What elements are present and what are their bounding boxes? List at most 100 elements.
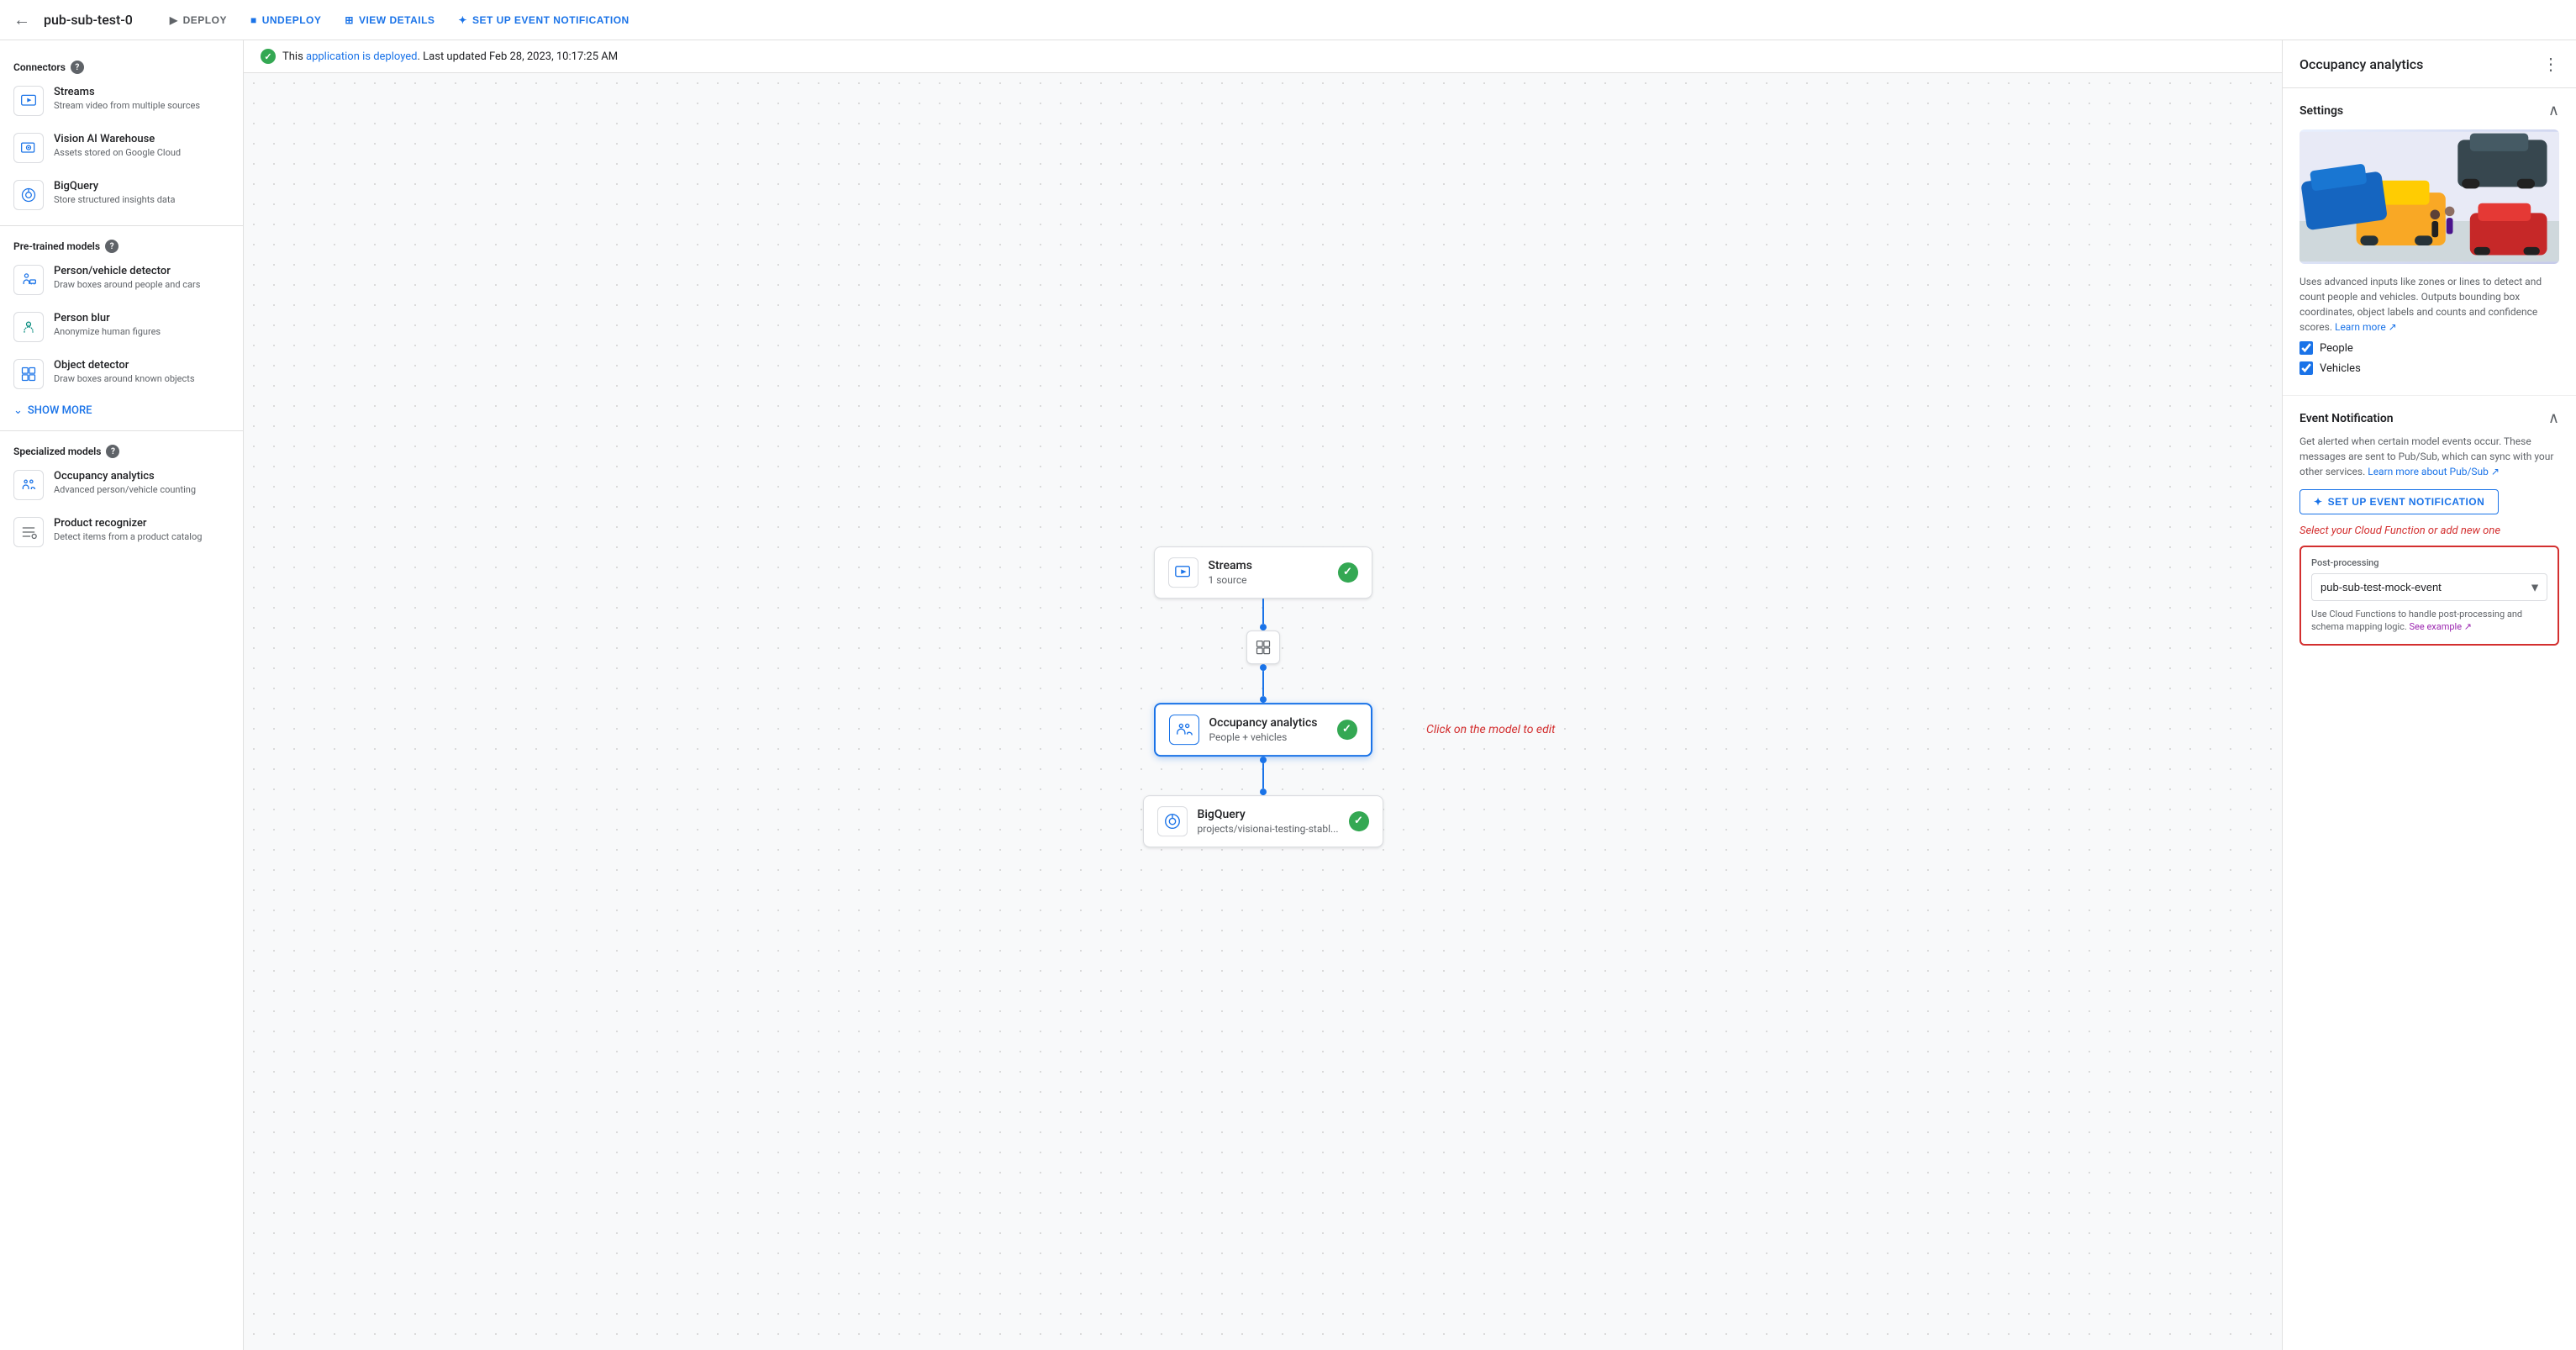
post-processing-label: Post-processing <box>2311 557 2547 568</box>
see-example-link[interactable]: See example ↗ <box>2410 621 2472 632</box>
connector-dot-3 <box>1260 696 1267 703</box>
setup-event-button-top[interactable]: ✦ SET UP EVENT NOTIFICATION <box>448 9 639 31</box>
settings-description: Uses advanced inputs like zones or lines… <box>2299 274 2559 335</box>
right-panel: Occupancy analytics ⋮ Settings ∧ <box>2282 40 2576 1350</box>
sidebar-item-vision-ai[interactable]: Vision AI Warehouse Assets stored on Goo… <box>0 124 243 171</box>
setup-event-icon: ✦ <box>2314 496 2323 508</box>
connector-line-2 <box>1262 671 1264 696</box>
select-cloud-hint: Select your Cloud Function or add new on… <box>2299 525 2559 537</box>
person-blur-desc: Anonymize human figures <box>54 326 229 337</box>
connector-dot-5 <box>1260 788 1267 795</box>
product-recognizer-desc: Detect items from a product catalog <box>54 531 229 542</box>
event-notification-header: Event Notification ∧ <box>2299 409 2559 427</box>
sidebar-item-streams[interactable]: Streams Stream video from multiple sourc… <box>0 77 243 124</box>
occupancy-node-icon <box>1169 715 1199 745</box>
connector-dot-1 <box>1260 624 1267 630</box>
right-panel-title: Occupancy analytics <box>2299 56 2423 72</box>
show-more-button[interactable]: ⌄ SHOW MORE <box>0 398 243 424</box>
canvas-area: This application is deployed. Last updat… <box>244 40 2282 1350</box>
occupancy-sidebar-desc: Advanced person/vehicle counting <box>54 484 229 495</box>
vehicles-checkbox[interactable] <box>2299 361 2313 375</box>
click-hint: Click on the model to edit <box>1426 723 1555 736</box>
page-title: pub-sub-test-0 <box>44 12 133 28</box>
deployed-link[interactable]: application is deployed <box>306 50 418 63</box>
person-blur-icon <box>13 312 44 342</box>
people-label: People <box>2320 342 2353 355</box>
settings-header: Settings ∧ <box>2299 102 2559 119</box>
sidebar-item-person-blur[interactable]: Person blur Anonymize human figures <box>0 303 243 351</box>
back-button[interactable]: ← <box>13 9 30 30</box>
occupancy-node[interactable]: Occupancy analytics People + vehicles Cl… <box>1154 703 1372 757</box>
occupancy-icon <box>13 470 44 500</box>
sidebar-item-person-vehicle[interactable]: Person/vehicle detector Draw boxes aroun… <box>0 256 243 303</box>
post-processing-select[interactable]: pub-sub-test-mock-event <box>2311 573 2547 601</box>
sidebar-item-product-recognizer[interactable]: Product recognizer Detect items from a p… <box>0 509 243 556</box>
status-icon <box>261 49 276 64</box>
sidebar-item-object-detector[interactable]: Object detector Draw boxes around known … <box>0 351 243 398</box>
bigquery-node[interactable]: BigQuery projects/visionai-testing-stabl… <box>1143 795 1383 847</box>
sidebar-item-bigquery[interactable]: BigQuery Store structured insights data <box>0 171 243 219</box>
object-detector-icon <box>13 359 44 389</box>
person-blur-title: Person blur <box>54 312 229 324</box>
pretrained-help-icon[interactable]: ? <box>105 240 119 253</box>
streams-node-check <box>1338 562 1358 583</box>
setup-event-notification-button[interactable]: ✦ SET UP EVENT NOTIFICATION <box>2299 489 2499 514</box>
view-details-button[interactable]: ⊞ VIEW DETAILS <box>335 9 445 31</box>
connector-dot-2 <box>1260 664 1267 671</box>
event-notification-title: Event Notification <box>2299 412 2394 425</box>
bigquery-node-icon <box>1157 806 1188 836</box>
section-divider-2 <box>0 430 243 431</box>
object-detector-desc: Draw boxes around known objects <box>54 373 229 384</box>
bigquery-icon <box>13 180 44 210</box>
object-detector-title: Object detector <box>54 359 229 372</box>
streams-icon <box>13 86 44 116</box>
settings-title: Settings <box>2299 104 2343 118</box>
person-vehicle-title: Person/vehicle detector <box>54 265 229 277</box>
event-collapse-icon[interactable]: ∧ <box>2548 409 2559 427</box>
view-details-icon: ⊞ <box>345 14 354 26</box>
specialized-help-icon[interactable]: ? <box>106 445 119 458</box>
person-vehicle-icon <box>13 265 44 295</box>
post-processing-box: Post-processing pub-sub-test-mock-event … <box>2299 546 2559 646</box>
vehicles-label: Vehicles <box>2320 362 2361 375</box>
topbar-actions: ▶ DEPLOY ■ UNDEPLOY ⊞ VIEW DETAILS ✦ SET… <box>160 9 640 31</box>
vision-ai-desc: Assets stored on Google Cloud <box>54 147 229 158</box>
specialized-section-title: Specialized models ? <box>0 438 243 461</box>
bigquery-node-check <box>1349 811 1369 831</box>
connector-2 <box>1260 664 1267 703</box>
sidebar-item-occupancy[interactable]: Occupancy analytics Advanced person/vehi… <box>0 461 243 509</box>
section-divider-1 <box>0 225 243 226</box>
cloud-functions-note: Use Cloud Functions to handle post-proce… <box>2311 608 2547 634</box>
event-description: Get alerted when certain model events oc… <box>2299 434 2559 479</box>
deploy-button[interactable]: ▶ DEPLOY <box>160 9 237 31</box>
streams-node-subtitle: 1 source <box>1209 574 1328 586</box>
bigquery-node-title: BigQuery <box>1198 808 1339 821</box>
deploy-icon: ▶ <box>170 14 178 26</box>
vision-ai-icon <box>13 133 44 163</box>
connector-line-3 <box>1262 763 1264 788</box>
sidebar: Connectors ? Streams Stream video from m… <box>0 40 244 1350</box>
status-bar: This application is deployed. Last updat… <box>244 40 2282 73</box>
connectors-help-icon[interactable]: ? <box>71 61 84 74</box>
vision-ai-title: Vision AI Warehouse <box>54 133 229 145</box>
middle-node[interactable] <box>1246 630 1280 664</box>
person-vehicle-desc: Draw boxes around people and cars <box>54 279 229 290</box>
more-options-icon[interactable]: ⋮ <box>2542 54 2559 74</box>
people-checkbox[interactable] <box>2299 341 2313 355</box>
learn-more-pubsub-link[interactable]: Learn more about Pub/Sub ↗ <box>2368 466 2500 477</box>
streams-node[interactable]: Streams 1 source <box>1154 546 1372 599</box>
settings-collapse-icon[interactable]: ∧ <box>2548 102 2559 119</box>
pretrained-section-title: Pre-trained models ? <box>0 233 243 256</box>
flow-container: Streams 1 source <box>1143 546 1383 847</box>
learn-more-link[interactable]: Learn more ↗ <box>2335 321 2397 333</box>
settings-section: Settings ∧ <box>2283 88 2576 396</box>
occupancy-node-subtitle: People + vehicles <box>1209 731 1327 743</box>
bigquery-title: BigQuery <box>54 180 229 192</box>
occupancy-sidebar-title: Occupancy analytics <box>54 470 229 483</box>
canvas-background: Streams 1 source <box>244 73 2282 1350</box>
undeploy-button[interactable]: ■ UNDEPLOY <box>240 9 331 31</box>
undeploy-icon: ■ <box>250 14 257 26</box>
streams-node-title: Streams <box>1209 559 1328 572</box>
main-layout: Connectors ? Streams Stream video from m… <box>0 40 2576 1350</box>
streams-node-icon <box>1168 557 1198 588</box>
